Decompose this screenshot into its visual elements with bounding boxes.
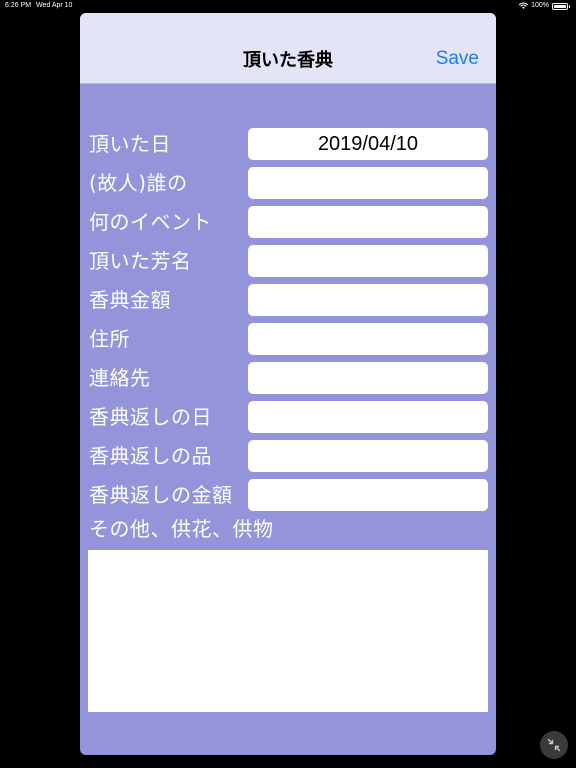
status-date: Wed Apr 10 [36, 2, 73, 9]
form-row-amount: 香典金額 [80, 284, 496, 316]
contact-field[interactable] [248, 362, 488, 394]
form-sheet: 頂いた香典 Save 頂いた日 (故人)誰の 何のイベント 頂いた芳名 香典金額… [80, 13, 496, 755]
form-row-return-amount: 香典返しの金額 [80, 479, 496, 511]
address-label: 住所 [89, 327, 130, 351]
form-row-deceased: (故人)誰の [80, 167, 496, 199]
return-item-field[interactable] [248, 440, 488, 472]
save-button[interactable]: Save [436, 48, 479, 70]
event-field[interactable] [248, 206, 488, 238]
amount-field[interactable] [248, 284, 488, 316]
navigation-bar: 頂いた香典 Save [80, 13, 496, 84]
return-item-label: 香典返しの品 [89, 444, 212, 468]
collapse-arrows-icon [547, 738, 561, 752]
status-time: 6:26 PM [5, 2, 32, 9]
deceased-label: (故人)誰の [89, 171, 188, 195]
form-row-event: 何のイベント [80, 206, 496, 238]
status-bar: 6:26 PM Wed Apr 10 100% [0, 0, 576, 12]
battery-icon [552, 2, 570, 10]
return-amount-field[interactable] [248, 479, 488, 511]
page-title: 頂いた香典 [243, 50, 333, 71]
event-label: 何のイベント [89, 210, 212, 234]
form-row-return-date: 香典返しの日 [80, 401, 496, 433]
other-notes-label: その他、供花、供物 [89, 517, 274, 541]
form-row-contact: 連絡先 [80, 362, 496, 394]
form-row-giver-name: 頂いた芳名 [80, 245, 496, 277]
deceased-field[interactable] [248, 167, 488, 199]
address-field[interactable] [248, 323, 488, 355]
form-row-return-item: 香典返しの品 [80, 440, 496, 472]
form-row-received-date: 頂いた日 [80, 128, 496, 160]
status-right: 100% [519, 0, 570, 12]
received-date-label: 頂いた日 [89, 132, 171, 156]
wifi-icon [519, 2, 529, 9]
form-row-address: 住所 [80, 323, 496, 355]
other-notes-textarea[interactable] [88, 550, 488, 712]
battery-percent: 100% [531, 2, 549, 9]
screen: 6:26 PM Wed Apr 10 100% 頂いた香典 Save 頂いた日 … [0, 0, 576, 768]
return-amount-label: 香典返しの金額 [89, 483, 233, 507]
return-date-field[interactable] [248, 401, 488, 433]
amount-label: 香典金額 [89, 288, 171, 312]
contact-label: 連絡先 [89, 366, 151, 390]
giver-name-label: 頂いた芳名 [89, 249, 192, 273]
collapse-button[interactable] [540, 731, 568, 759]
giver-name-field[interactable] [248, 245, 488, 277]
return-date-label: 香典返しの日 [89, 405, 212, 429]
received-date-field[interactable] [248, 128, 488, 160]
